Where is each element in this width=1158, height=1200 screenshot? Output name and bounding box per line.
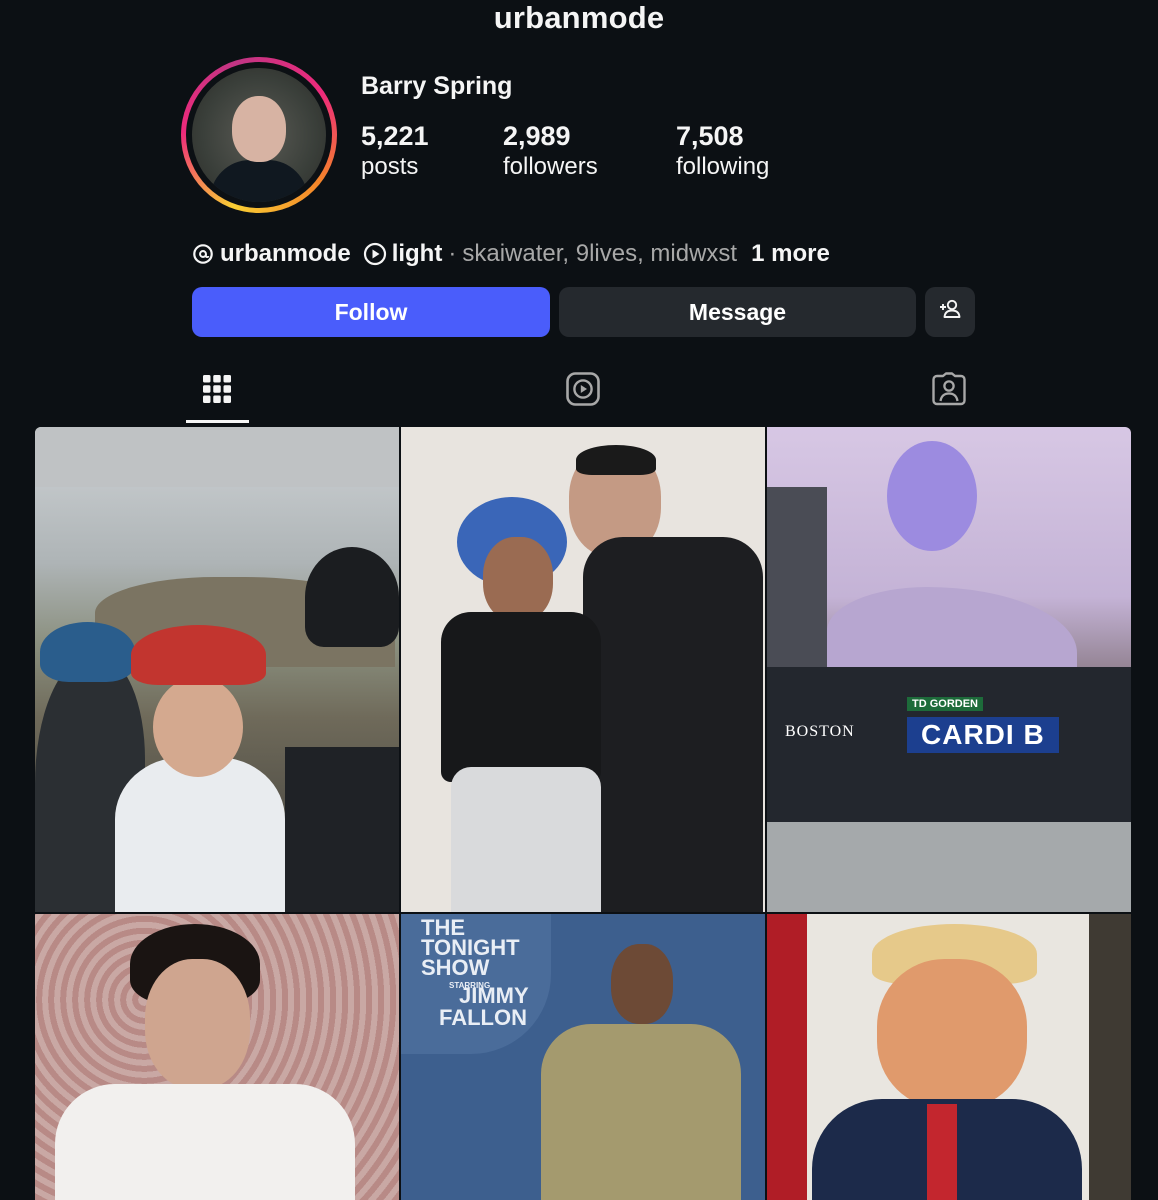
post-tile-1[interactable] — [35, 427, 399, 912]
grid-icon — [201, 373, 233, 410]
message-button[interactable]: Message — [559, 287, 916, 337]
reels-icon — [565, 371, 601, 412]
man-face-4 — [145, 959, 250, 1089]
tagged-icon — [931, 371, 967, 412]
guest-gold-suit — [541, 1024, 741, 1200]
tab-reels[interactable] — [563, 368, 603, 414]
avatar-shirt — [210, 160, 308, 202]
separator-dot: · — [448, 240, 457, 267]
arena-sign: TD GORDEN — [907, 697, 983, 711]
woman-grey-pants — [451, 767, 601, 912]
helmet-left — [40, 622, 135, 682]
logo-word-jimmy: JIMMY — [459, 983, 529, 1008]
post-tile-6[interactable] — [767, 914, 1131, 1200]
figure-purple-hair — [887, 441, 977, 551]
skier-center-face — [153, 677, 243, 777]
cardi-b-banner: CARDI B — [907, 717, 1059, 753]
tab-posts-grid[interactable] — [197, 368, 237, 414]
gondola-frame — [35, 427, 399, 487]
stat-followers[interactable]: 2,989 followers — [503, 120, 598, 182]
woman-face — [483, 537, 553, 622]
post-tile-2[interactable] — [401, 427, 765, 912]
stat-posts-number: 5,221 — [361, 121, 429, 151]
boston-sign: BOSTON — [785, 723, 855, 740]
stat-following[interactable]: 7,508 following — [676, 120, 769, 182]
stat-followers-label: followers — [503, 153, 598, 180]
link-label[interactable]: light — [392, 240, 443, 268]
mutual-followers-text[interactable]: skaiwater, 9lives, midwxst — [462, 240, 737, 268]
red-tie — [927, 1104, 957, 1200]
helmet-center — [131, 625, 266, 685]
man-hair — [576, 445, 656, 475]
stat-followers-number: 2,989 — [503, 121, 571, 151]
stat-posts-label: posts — [361, 153, 419, 180]
white-jacket — [115, 757, 285, 912]
tab-tagged[interactable] — [929, 368, 969, 414]
guest-face — [611, 944, 673, 1024]
white-shirt — [55, 1084, 355, 1200]
helmet-right — [305, 547, 399, 647]
threads-icon[interactable] — [192, 243, 214, 265]
right-edge — [1089, 914, 1131, 1200]
man-suit — [583, 537, 763, 912]
active-tab-indicator — [186, 420, 249, 423]
stat-following-label: following — [676, 153, 770, 180]
profile-avatar-story-ring[interactable] — [181, 57, 337, 213]
skier-right-body — [285, 747, 399, 912]
add-person-icon — [937, 296, 963, 328]
post-tile-3[interactable]: TD GORDEN BOSTON CARDI B — [767, 427, 1131, 912]
woman-black-jacket — [441, 612, 601, 782]
play-circle-icon[interactable] — [363, 242, 387, 266]
posts-grid: TD GORDEN BOSTON CARDI B THE TONIGHT SHO… — [35, 427, 1131, 1200]
display-name: Barry Spring — [361, 72, 513, 100]
follow-button[interactable]: Follow — [192, 287, 550, 337]
add-person-button[interactable] — [925, 287, 975, 337]
avatar-face — [232, 96, 286, 162]
threads-handle-link[interactable]: urbanmode — [220, 240, 351, 268]
logo-word-fallon: FALLON — [439, 1005, 527, 1030]
logo-word-show: SHOW — [421, 955, 490, 980]
stat-posts: 5,221 posts — [361, 120, 429, 182]
stat-following-number: 7,508 — [676, 121, 744, 151]
more-mutuals-link[interactable]: 1 more — [751, 240, 830, 268]
plaza — [767, 822, 1131, 912]
profile-links-row: urbanmode light · skaiwater, 9lives, mid… — [192, 237, 830, 271]
post-tile-5[interactable]: THE TONIGHT SHOW STARRING JIMMY FALLON — [401, 914, 765, 1200]
portrait-face — [877, 959, 1027, 1109]
flag-red — [767, 914, 807, 1200]
profile-username-title: urbanmode — [493, 0, 665, 35]
avatar — [192, 68, 326, 202]
post-tile-4[interactable] — [35, 914, 399, 1200]
